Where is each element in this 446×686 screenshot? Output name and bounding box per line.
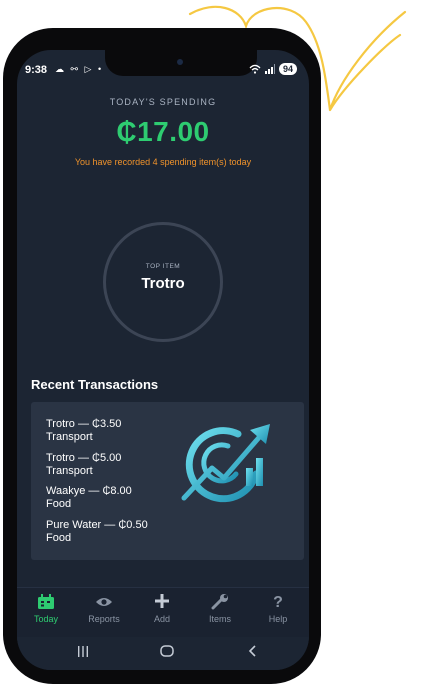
recent-transactions-title: Recent Transactions: [31, 377, 159, 392]
nav-reports-label: Reports: [88, 614, 120, 624]
transactions-card: Trotro — ₵3.50 Transport Trotro — ₵5.00 …: [31, 402, 304, 560]
home-icon[interactable]: [152, 644, 182, 660]
top-item-ring: TOP ITEM Trotro: [103, 222, 223, 342]
calendar-icon: [17, 594, 75, 612]
nav-add[interactable]: Add: [133, 594, 191, 624]
app-screen: 9:38 ☁ ⚯ ▷ • 94 TODAY'S SPENDING ₵17.00 …: [17, 50, 309, 670]
nav-today[interactable]: Today: [17, 594, 75, 624]
transaction-category: Food: [46, 532, 72, 544]
transaction-category: Food: [46, 498, 72, 510]
spending-subtitle: You have recorded 4 spending item(s) tod…: [74, 157, 252, 167]
bottom-navigation: Today Reports Add Items ? Help: [17, 587, 309, 638]
transaction-item[interactable]: Trotro — ₵5.00 Transport: [46, 452, 121, 478]
status-time: 9:38: [25, 64, 48, 76]
status-bar: 9:38 ☁ ⚯ ▷ • 94: [17, 60, 309, 78]
transaction-amount: Trotro — ₵3.50: [46, 418, 122, 430]
transaction-item[interactable]: Pure Water — ₵0.50 Food: [46, 519, 148, 545]
top-item-value: Trotro: [141, 275, 185, 292]
wrench-icon: [191, 594, 249, 612]
battery-icon: 94: [278, 63, 297, 75]
back-icon[interactable]: [238, 644, 268, 660]
plus-icon: [133, 594, 191, 612]
system-navigation-bar: [17, 637, 309, 670]
notification-icons: ☁ ⚯ ▷ •: [55, 64, 104, 74]
transaction-amount: Waakye — ₵8.00: [46, 485, 132, 497]
spending-amount: ₵17.00: [116, 116, 210, 147]
nav-today-label: Today: [33, 614, 59, 624]
eye-icon: [75, 594, 133, 612]
wifi-icon: [249, 64, 261, 74]
signal-icon: [264, 64, 275, 74]
status-icons-right: 94: [249, 63, 297, 75]
recent-apps-icon[interactable]: [68, 644, 98, 660]
transaction-item[interactable]: Trotro — ₵3.50 Transport: [46, 418, 121, 444]
transaction-category: Transport: [46, 465, 93, 477]
transaction-amount: Trotro — ₵5.00: [46, 452, 122, 464]
transaction-amount: Pure Water — ₵0.50: [46, 519, 148, 531]
nav-add-label: Add: [153, 614, 170, 624]
transaction-category: Transport: [46, 431, 93, 443]
nav-help[interactable]: ? Help: [249, 594, 307, 624]
nav-reports[interactable]: Reports: [75, 594, 133, 624]
transaction-item[interactable]: Waakye — ₵8.00 Food: [46, 485, 132, 511]
cedi-growth-logo-icon: [181, 424, 270, 503]
nav-items[interactable]: Items: [191, 594, 249, 624]
question-icon: ?: [273, 594, 283, 611]
top-item-label: TOP ITEM: [145, 263, 181, 270]
spending-label: TODAY'S SPENDING: [109, 97, 217, 107]
nav-help-label: Help: [268, 614, 288, 624]
nav-items-label: Items: [208, 614, 231, 624]
